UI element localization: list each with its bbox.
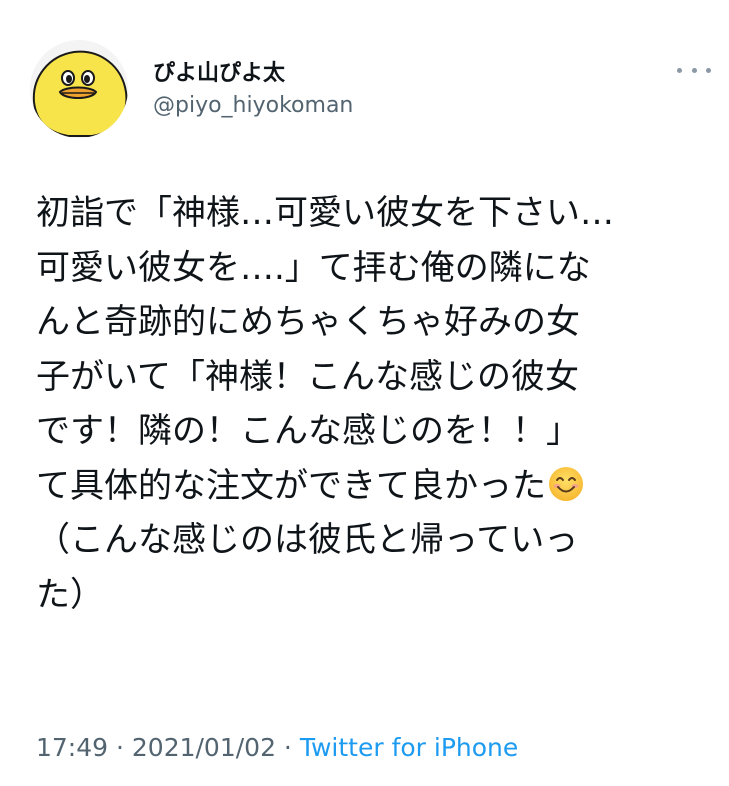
tweet-line: た）	[36, 574, 104, 615]
tweet-line: 可愛い彼女を….」て拝む俺の隣にな	[36, 247, 591, 288]
dot-icon	[677, 67, 682, 73]
user-handle[interactable]: @piyo_hiyokoman	[153, 90, 353, 122]
tweet-line: て具体的な注文ができて良かった	[36, 465, 546, 506]
tweet-meta: 17:49 · 2021/01/02 · Twitter for iPhone	[36, 732, 518, 764]
yellow-chick-face-icon	[30, 40, 128, 138]
tweet-line: です！隣の！こんな感じのを！！」	[36, 411, 580, 451]
author-info: ぴよ山ぴよ太 @piyo_hiyokoman	[153, 60, 353, 122]
tweet-line: 子がいて「神様！こんな感じの彼女	[36, 356, 579, 397]
tweet-date[interactable]: 2021/01/02	[132, 733, 276, 762]
avatar[interactable]	[30, 40, 128, 138]
dot-icon	[691, 67, 697, 73]
dot-icon	[706, 67, 711, 73]
tweet-card: ぴよ山ぴよ太 @piyo_hiyokoman 初詣で「神様…可愛い彼女を下さい……	[0, 0, 729, 786]
tweet-line: 初詣で「神様…可愛い彼女を下さい…	[36, 193, 614, 233]
more-options-icon[interactable]	[677, 62, 711, 78]
tweet-line: んと奇跡的にめちゃくちゃ好みの女	[36, 302, 580, 342]
tweet-source-link[interactable]: Twitter for iPhone	[300, 733, 518, 762]
meta-separator: ·	[108, 733, 132, 762]
tweet-line: （こんな感じのは彼氏と帰っていっ	[36, 520, 579, 560]
meta-separator: ·	[275, 733, 300, 762]
tweet-text: 初詣で「神様…可愛い彼女を下さい… 可愛い彼女を….」て拝む俺の隣にな んと奇跡…	[36, 186, 712, 622]
tweet-time[interactable]: 17:49	[36, 733, 108, 762]
smiling-face-with-smiling-eyes-icon	[549, 466, 583, 501]
display-name[interactable]: ぴよ山ぴよ太	[153, 60, 353, 88]
